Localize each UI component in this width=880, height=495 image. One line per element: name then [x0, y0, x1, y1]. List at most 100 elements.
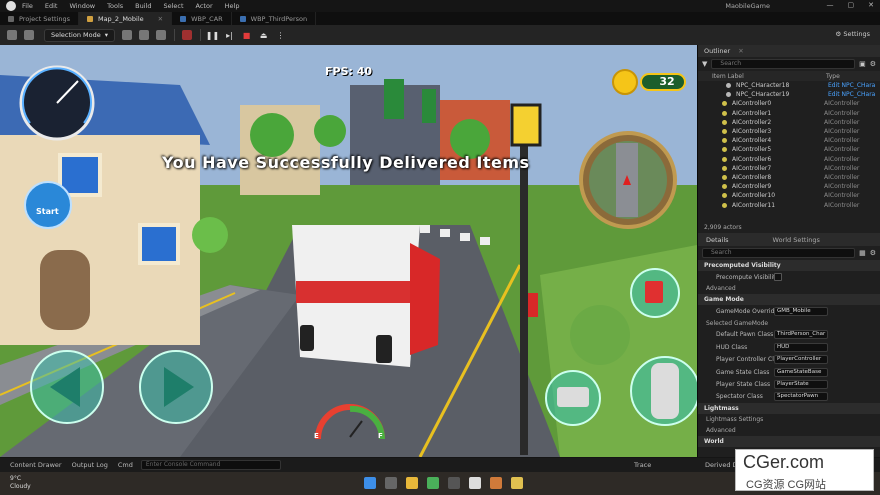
file-explorer-icon[interactable]: [406, 477, 418, 489]
menu-file[interactable]: File: [22, 2, 33, 10]
list-item[interactable]: AIController8 AIController: [698, 173, 880, 182]
player-controller-class-dropdown[interactable]: PlayerController: [774, 355, 828, 365]
list-item[interactable]: NPC_CHaracter19 Edit NPC_CHara: [698, 90, 880, 99]
more-options-icon[interactable]: ⋮: [275, 30, 286, 41]
details-search-input[interactable]: Search: [702, 248, 856, 258]
list-item[interactable]: AIController11 AIController: [698, 200, 880, 209]
tab-details[interactable]: Details: [706, 236, 729, 244]
grid-view-icon[interactable]: ▦: [859, 249, 866, 257]
list-item[interactable]: AIController0 AIController: [698, 99, 880, 108]
console-command-input[interactable]: Enter Console Command: [140, 460, 281, 470]
spectator-class-dropdown[interactable]: SpectatorPawn: [774, 392, 828, 402]
hud-class-dropdown[interactable]: HUD: [774, 342, 828, 352]
taskbar-apps: [364, 477, 523, 489]
selected-gamemode-expander[interactable]: Selected GameMode: [698, 318, 880, 329]
property-row: GameMode Override GMB_Mobile: [698, 305, 880, 317]
close-button[interactable]: ✕: [868, 1, 874, 9]
gamemode-override-dropdown[interactable]: GMB_Mobile: [774, 307, 828, 317]
list-item[interactable]: AIController10 AIController: [698, 191, 880, 200]
settings-icon[interactable]: ⚙: [870, 60, 876, 68]
app-icon[interactable]: [448, 477, 460, 489]
list-item[interactable]: AIController3 AIController: [698, 127, 880, 136]
menu-select[interactable]: Select: [163, 2, 183, 10]
app-icon[interactable]: [490, 477, 502, 489]
windows-start-icon[interactable]: [364, 477, 376, 489]
record-icon[interactable]: [182, 30, 192, 40]
property-row: Precompute Visibility: [698, 271, 880, 283]
settings-button[interactable]: ⚙ Settings: [835, 30, 870, 38]
blueprint-icon[interactable]: [139, 30, 149, 40]
list-item[interactable]: NPC_CHaracter18 Edit NPC_CHara: [698, 81, 880, 90]
pause-button[interactable]: ❚❚: [206, 30, 219, 41]
add-folder-icon[interactable]: ▣: [859, 60, 866, 68]
search-icon[interactable]: [385, 477, 397, 489]
menu-help[interactable]: Help: [225, 2, 240, 10]
player-state-class-dropdown[interactable]: PlayerState: [774, 380, 828, 390]
tab-wbp-car[interactable]: WBP_CAR: [172, 12, 232, 25]
tab-world-settings[interactable]: World Settings: [773, 236, 820, 244]
truck-stripe: [296, 281, 414, 303]
close-panel-icon[interactable]: ✕: [738, 47, 743, 55]
app-icon[interactable]: [511, 477, 523, 489]
maximize-button[interactable]: ▢: [848, 1, 855, 9]
default-pawn-class-dropdown[interactable]: ThirdPerson_Char: [774, 330, 828, 340]
outliner-header: Outliner ✕: [698, 45, 880, 57]
trace-button[interactable]: Trace: [634, 461, 651, 469]
close-tab-icon[interactable]: ✕: [158, 15, 163, 23]
list-item[interactable]: AIController1 AIController: [698, 109, 880, 118]
minimize-button[interactable]: —: [827, 1, 834, 9]
eject-button[interactable]: ⏏: [258, 30, 269, 41]
menu-actor[interactable]: Actor: [196, 2, 213, 10]
watermark-logo: CGer.com CG资源 CG网站: [735, 449, 874, 491]
outliner-search-input[interactable]: Search: [711, 59, 856, 69]
truck-wheel: [376, 335, 392, 363]
fps-counter: FPS: 40: [325, 65, 373, 78]
settings-icon[interactable]: ⚙: [870, 249, 876, 257]
unreal-engine-icon[interactable]: [469, 477, 481, 489]
selection-mode-dropdown[interactable]: Selection Mode ▾: [44, 28, 115, 42]
col-item-label[interactable]: Item Label: [712, 73, 826, 80]
list-item[interactable]: AIController4 AIController: [698, 136, 880, 145]
cinematics-icon[interactable]: [156, 30, 166, 40]
output-log-button[interactable]: Output Log: [72, 461, 108, 469]
menu-window[interactable]: Window: [69, 2, 95, 10]
filter-icon[interactable]: ▼: [702, 60, 707, 68]
advanced-expander[interactable]: Advanced: [698, 283, 880, 294]
menu-build[interactable]: Build: [135, 2, 151, 10]
property-label: Player Controller Class: [716, 356, 774, 364]
list-item[interactable]: AIController2 AIController: [698, 118, 880, 127]
tab-map[interactable]: Map_2_Mobile ✕: [78, 12, 173, 25]
menu-edit[interactable]: Edit: [45, 2, 58, 10]
menu-tools[interactable]: Tools: [107, 2, 123, 10]
cmd-dropdown[interactable]: Cmd: [118, 461, 133, 469]
step-button[interactable]: ▸|: [224, 30, 235, 41]
category-game-mode[interactable]: Game Mode: [698, 294, 880, 306]
advanced-expander[interactable]: Advanced: [698, 425, 880, 436]
tab-label: Map_2_Mobile: [97, 14, 144, 23]
details-tab-bar: Details World Settings: [698, 233, 880, 246]
list-item[interactable]: AIController5 AIController: [698, 145, 880, 154]
stop-button[interactable]: ■: [241, 30, 252, 41]
details-search-row: Search ▦ ⚙: [698, 246, 880, 260]
col-type[interactable]: Type: [826, 73, 840, 80]
weather-widget[interactable]: 9°C Cloudy: [10, 475, 31, 491]
game-viewport[interactable]: FPS: 40 You Have Successfully Delivered …: [0, 45, 697, 457]
precompute-visibility-checkbox[interactable]: [774, 273, 782, 282]
content-drawer-button[interactable]: Content Drawer: [10, 461, 62, 469]
category-lightmass[interactable]: Lightmass: [698, 403, 880, 415]
category-precomputed-visibility[interactable]: Precomputed Visibility: [698, 260, 880, 271]
tab-wbp-thirdperson[interactable]: WBP_ThirdPerson: [232, 12, 317, 25]
list-item[interactable]: AIController9 AIController: [698, 182, 880, 191]
add-actor-icon[interactable]: [122, 30, 132, 40]
lightmass-settings-expander[interactable]: Lightmass Settings: [698, 414, 880, 425]
content-browser-icon[interactable]: [24, 30, 34, 40]
chrome-icon[interactable]: [427, 477, 439, 489]
list-item[interactable]: AIController6 AIController: [698, 155, 880, 164]
game-state-class-dropdown[interactable]: GameStateBase: [774, 367, 828, 377]
start-button[interactable]: [24, 181, 72, 229]
save-icon[interactable]: [7, 30, 17, 40]
category-world[interactable]: World: [698, 436, 880, 448]
coin-icon: [612, 69, 638, 95]
tab-project-settings[interactable]: Project Settings: [0, 12, 79, 25]
list-item[interactable]: AIController7 AIController: [698, 164, 880, 173]
